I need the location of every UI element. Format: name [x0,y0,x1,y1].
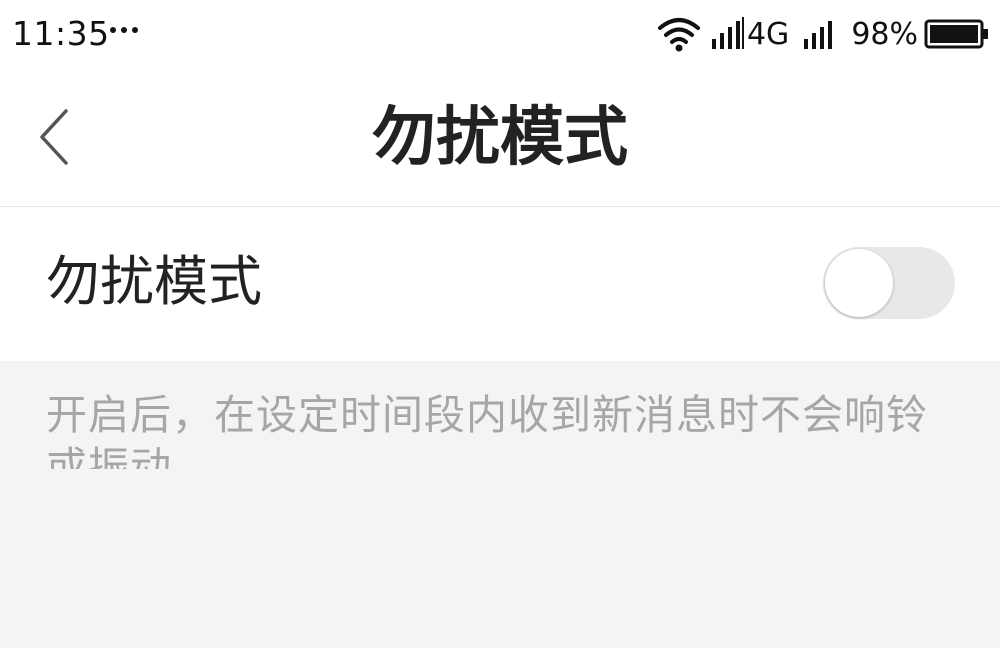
status-indicators: 4G 98% [657,12,990,56]
battery-icon [924,19,988,49]
more-dots-icon [110,27,138,33]
description-section: 开启后，在设定时间段内收到新消息时不会响铃或振动。 [0,361,1000,469]
app-screen: 11:35 4G 98% 勿扰模式 勿扰模式 开启后，在设定时间段内收到新消息时… [0,0,1000,648]
setting-description: 开启后，在设定时间段内收到新消息时不会响铃或振动。 [46,391,928,469]
signal-icon [711,17,744,49]
do-not-disturb-toggle[interactable] [823,247,955,319]
network-type-label: 4G [746,16,790,52]
toggle-knob [825,249,893,317]
nav-bar: 勿扰模式 [0,72,1000,207]
wifi-icon [657,18,700,52]
signal-icon [804,21,833,49]
battery-percent: 98% [851,16,918,52]
status-time: 11:35 [12,14,110,53]
page-title: 勿扰模式 [372,101,628,175]
status-bar: 11:35 4G 98% [0,0,1000,72]
setting-row-do-not-disturb: 勿扰模式 [0,207,1000,361]
setting-label: 勿扰模式 [46,250,262,313]
